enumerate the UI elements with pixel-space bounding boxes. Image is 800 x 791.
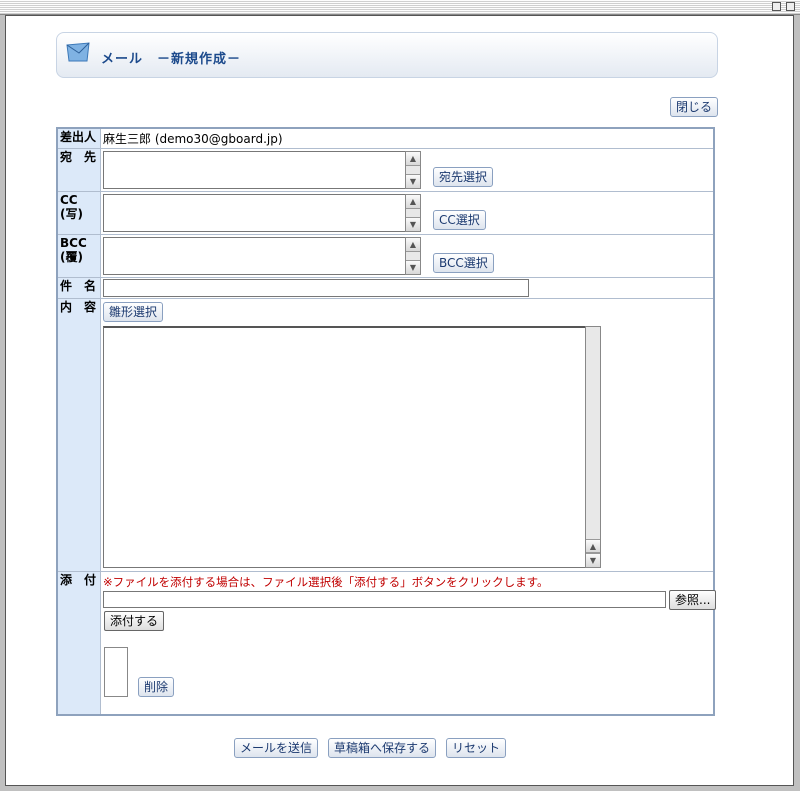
scroll-down-icon[interactable]: ▼ — [406, 174, 420, 188]
send-button[interactable]: メールを送信 — [234, 738, 319, 758]
cc-scrollbar[interactable]: ▲ ▼ — [405, 194, 421, 232]
save-draft-button[interactable]: 草稿箱へ保存する — [328, 738, 437, 758]
scroll-up-icon[interactable]: ▲ — [406, 195, 420, 209]
body-label: 内 容 — [56, 298, 101, 572]
body-scrollbar[interactable]: ▲ ▼ — [585, 326, 601, 568]
bcc-label-1: BCC — [60, 236, 87, 250]
bcc-select-button[interactable]: BCC選択 — [433, 253, 494, 273]
close-button[interactable]: 閉じる — [670, 97, 719, 117]
file-path-input[interactable] — [103, 591, 666, 608]
maximize-icon[interactable] — [786, 2, 795, 11]
mail-form: 差出人 麻生三郎 (demo30@gboard.jp) 宛 先 ▲ ▼ 宛先選択 … — [56, 127, 717, 716]
scroll-up-icon[interactable]: ▲ — [586, 539, 600, 553]
cc-label-1: CC — [60, 193, 78, 207]
page-header: メール －新規作成－ — [56, 32, 718, 78]
subject-input[interactable] — [103, 279, 529, 297]
content-frame: メール －新規作成－ 閉じる 差出人 麻生三郎 (demo30@gboard.j… — [5, 15, 794, 786]
minimize-icon[interactable] — [772, 2, 781, 11]
sender-label: 差出人 — [56, 127, 101, 149]
bcc-scrollbar[interactable]: ▲ ▼ — [405, 237, 421, 275]
scroll-down-icon[interactable]: ▼ — [586, 553, 600, 567]
browse-button[interactable]: 参照... — [669, 590, 717, 610]
template-select-button[interactable]: 雛形選択 — [103, 302, 164, 322]
page-title: メール －新規作成－ — [101, 52, 242, 67]
cc-select-button[interactable]: CC選択 — [433, 210, 486, 230]
reset-button[interactable]: リセット — [446, 738, 507, 758]
cc-label: CC (写) — [56, 191, 101, 235]
window-titlebar — [0, 0, 800, 15]
to-field[interactable] — [103, 151, 421, 189]
cc-field[interactable] — [103, 194, 421, 232]
attach-button[interactable]: 添付する — [104, 611, 165, 631]
attach-note: ※ファイルを添付する場合は、ファイル選択後「添付する」ボタンをクリックします。 — [103, 575, 549, 589]
bcc-field[interactable] — [103, 237, 421, 275]
scroll-down-icon[interactable]: ▼ — [406, 217, 420, 231]
delete-attachment-button[interactable]: 削除 — [138, 677, 175, 697]
scroll-down-icon[interactable]: ▼ — [406, 260, 420, 274]
to-label: 宛 先 — [56, 148, 101, 192]
to-select-button[interactable]: 宛先選択 — [433, 167, 494, 187]
to-scrollbar[interactable]: ▲ ▼ — [405, 151, 421, 189]
bcc-label: BCC (覆) — [56, 234, 101, 278]
bcc-label-2: (覆) — [60, 250, 83, 264]
attachment-list[interactable] — [104, 647, 128, 697]
mail-icon — [66, 42, 90, 62]
subject-label: 件 名 — [56, 277, 101, 299]
scroll-up-icon[interactable]: ▲ — [406, 238, 420, 252]
cc-label-2: (写) — [60, 207, 83, 221]
body-textarea[interactable] — [103, 326, 601, 568]
scroll-up-icon[interactable]: ▲ — [406, 152, 420, 166]
attach-label: 添 付 — [56, 571, 101, 716]
sender-value: 麻生三郎 (demo30@gboard.jp) — [100, 127, 715, 149]
